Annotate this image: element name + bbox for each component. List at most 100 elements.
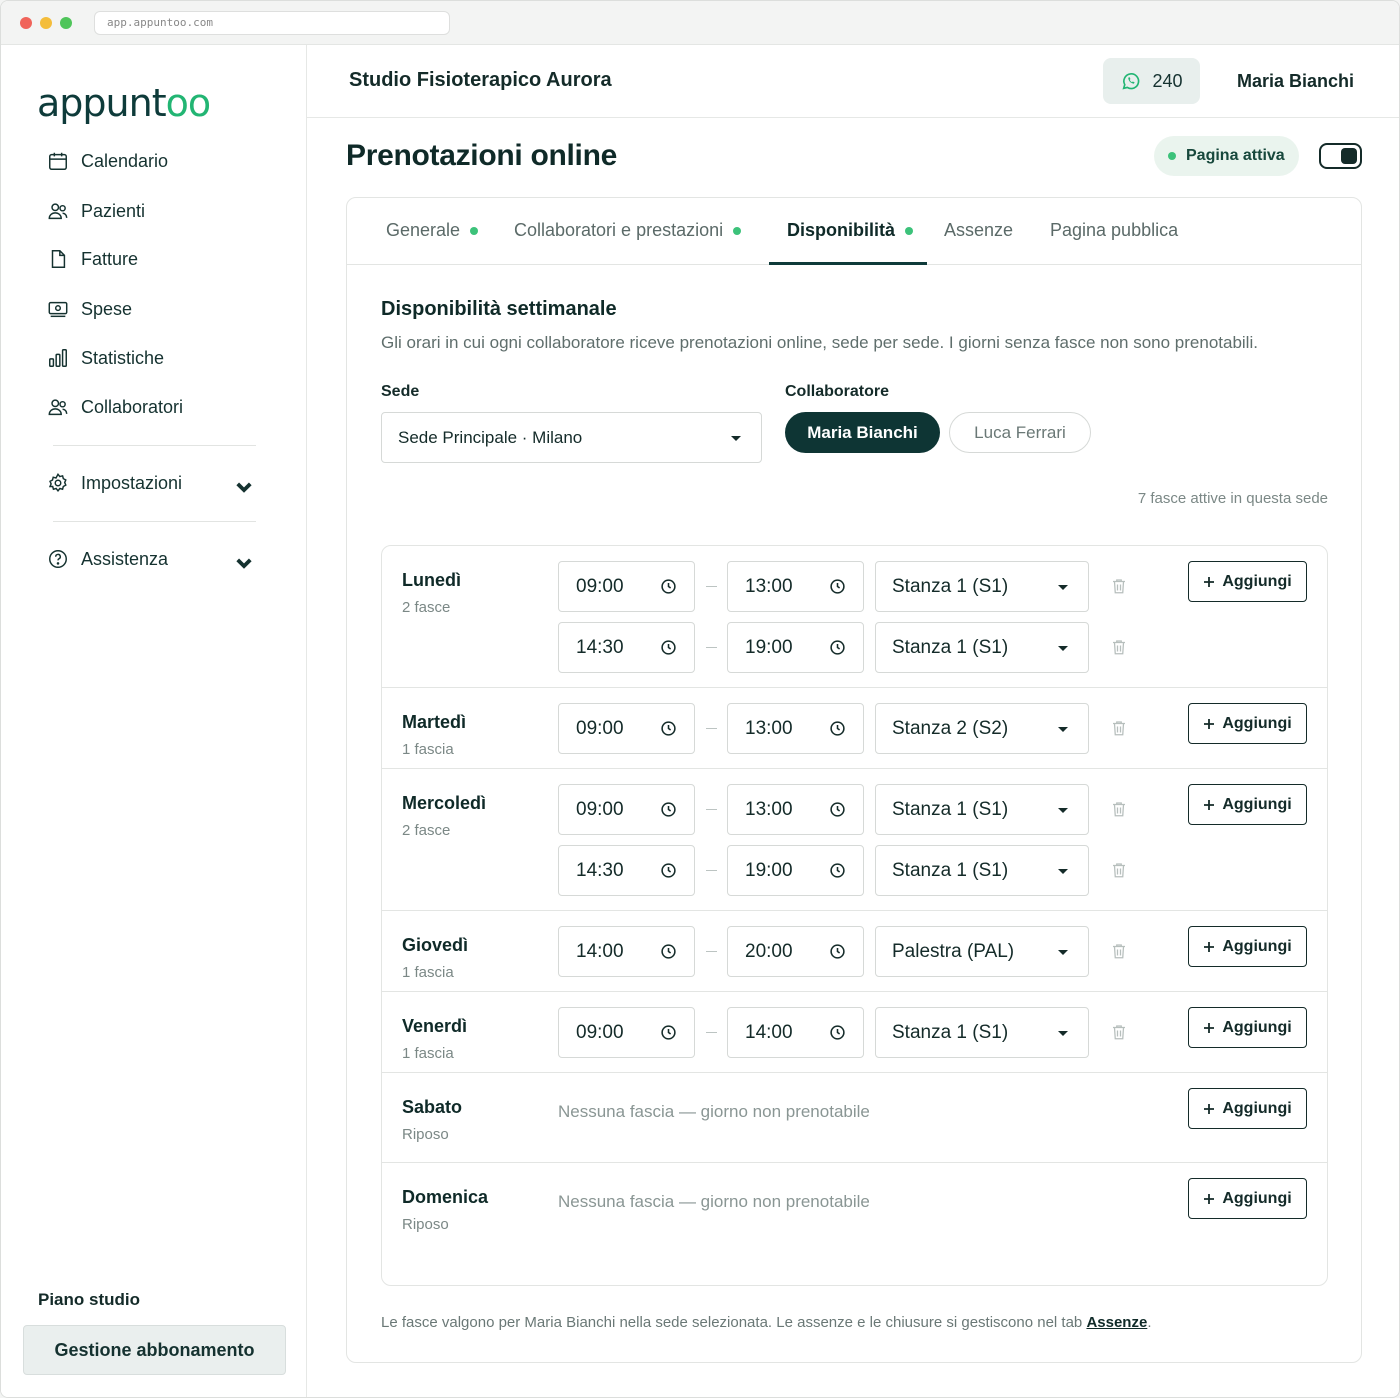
caret-down-icon bbox=[1058, 869, 1068, 874]
chevron-down-icon bbox=[236, 558, 252, 569]
add-slot-button[interactable]: Aggiungi bbox=[1188, 926, 1307, 967]
minimize-dot-icon[interactable] bbox=[40, 17, 52, 29]
time-value: 13:00 bbox=[745, 576, 793, 597]
url-bar[interactable]: app.appuntoo.com bbox=[94, 11, 450, 35]
time-separator bbox=[706, 647, 717, 648]
app-window: app.appuntoo.com appuntoo Calendario Paz… bbox=[0, 0, 1400, 1398]
plus-icon bbox=[1203, 1193, 1215, 1205]
collaborator-label: Collaboratore bbox=[785, 383, 890, 400]
assenze-link[interactable]: Assenze bbox=[1086, 1314, 1147, 1331]
add-slot-label: Aggiungi bbox=[1222, 714, 1292, 732]
room-value: Palestra (PAL) bbox=[892, 941, 1015, 962]
time-separator bbox=[706, 586, 717, 587]
end-time-input[interactable]: 19:00 bbox=[727, 622, 864, 673]
trash-icon[interactable] bbox=[1110, 718, 1130, 740]
add-slot-button[interactable]: Aggiungi bbox=[1188, 1007, 1307, 1048]
sidebar-item-calendario[interactable]: Calendario bbox=[47, 145, 277, 177]
start-time-input[interactable]: 09:00 bbox=[558, 784, 695, 835]
settings-card: Generale Collaboratori e prestazioni Dis… bbox=[346, 197, 1362, 1363]
end-time-input[interactable]: 13:00 bbox=[727, 784, 864, 835]
room-select[interactable]: Stanza 1 (S1) bbox=[875, 622, 1089, 673]
status-label: Pagina attiva bbox=[1186, 147, 1285, 164]
add-slot-button[interactable]: Aggiungi bbox=[1188, 1088, 1307, 1129]
app-logo[interactable]: appuntoo bbox=[37, 81, 211, 125]
room-value: Stanza 1 (S1) bbox=[892, 1022, 1009, 1043]
sidebar-item-pazienti[interactable]: Pazienti bbox=[47, 195, 277, 227]
clock-icon bbox=[660, 1024, 677, 1047]
sede-label: Sede bbox=[381, 383, 420, 400]
room-select[interactable]: Stanza 1 (S1) bbox=[875, 1007, 1089, 1058]
plus-icon bbox=[1203, 718, 1215, 730]
clock-icon bbox=[660, 862, 677, 885]
add-slot-button[interactable]: Aggiungi bbox=[1188, 703, 1307, 744]
add-slot-button[interactable]: Aggiungi bbox=[1188, 784, 1307, 825]
room-select[interactable]: Stanza 1 (S1) bbox=[875, 784, 1089, 835]
add-slot-label: Aggiungi bbox=[1222, 1099, 1292, 1117]
whatsapp-icon bbox=[1122, 73, 1140, 90]
caret-down-icon bbox=[1058, 585, 1068, 590]
collaborator-chip-maria-bianchi[interactable]: Maria Bianchi bbox=[785, 412, 940, 453]
caret-down-icon bbox=[731, 436, 741, 441]
time-separator bbox=[706, 1032, 717, 1033]
sidebar-item-assistenza[interactable]: Assistenza bbox=[47, 543, 277, 575]
trash-icon[interactable] bbox=[1110, 860, 1130, 882]
sede-select[interactable]: Sede Principale · Milano bbox=[381, 412, 762, 463]
sidebar-item-statistiche[interactable]: Statistiche bbox=[47, 342, 277, 374]
room-select[interactable]: Stanza 1 (S1) bbox=[875, 845, 1089, 896]
clock-icon bbox=[660, 578, 677, 601]
day-name: Sabato bbox=[402, 1097, 463, 1117]
tab-disponibilita[interactable]: Disponibilità bbox=[787, 220, 913, 241]
trash-icon[interactable] bbox=[1110, 1022, 1130, 1044]
user-menu[interactable]: Maria Bianchi bbox=[1237, 71, 1354, 92]
end-time-input[interactable]: 19:00 bbox=[727, 845, 864, 896]
start-time-input[interactable]: 09:00 bbox=[558, 1007, 695, 1058]
day-row: Venerdì 1 fascia 09:00 14:00 Stanza 1 (S1) Ag… bbox=[382, 992, 1327, 1073]
add-slot-button[interactable]: Aggiungi bbox=[1188, 561, 1307, 602]
page-active-toggle[interactable] bbox=[1319, 143, 1362, 169]
close-dot-icon[interactable] bbox=[20, 17, 32, 29]
collaborator-chip-luca-ferrari[interactable]: Luca Ferrari bbox=[949, 412, 1091, 453]
end-time-input[interactable]: 13:00 bbox=[727, 703, 864, 754]
start-time-input[interactable]: 14:30 bbox=[558, 622, 695, 673]
trash-icon[interactable] bbox=[1110, 799, 1130, 821]
clock-icon bbox=[829, 862, 846, 885]
tab-pagina-pubblica[interactable]: Pagina pubblica bbox=[1050, 220, 1178, 241]
whatsapp-count: 240 bbox=[1152, 70, 1183, 91]
add-slot-button[interactable]: Aggiungi bbox=[1188, 1178, 1307, 1219]
trash-icon[interactable] bbox=[1110, 576, 1130, 598]
clock-icon bbox=[660, 801, 677, 824]
plan-title: Piano studio bbox=[38, 1290, 140, 1309]
time-value: 14:00 bbox=[745, 1022, 793, 1043]
room-select[interactable]: Stanza 2 (S2) bbox=[875, 703, 1089, 754]
sidebar-item-impostazioni[interactable]: Impostazioni bbox=[47, 467, 277, 499]
whatsapp-credits-button[interactable]: 240 bbox=[1103, 58, 1200, 104]
end-time-input[interactable]: 20:00 bbox=[727, 926, 864, 977]
end-time-input[interactable]: 14:00 bbox=[727, 1007, 864, 1058]
room-select[interactable]: Stanza 1 (S1) bbox=[875, 561, 1089, 612]
end-time-input[interactable]: 13:00 bbox=[727, 561, 864, 612]
day-slot-count: 1 fascia bbox=[402, 964, 454, 981]
start-time-input[interactable]: 09:00 bbox=[558, 561, 695, 612]
status-dot-icon bbox=[733, 226, 742, 235]
clock-icon bbox=[660, 720, 677, 743]
start-time-input[interactable]: 09:00 bbox=[558, 703, 695, 754]
sidebar-item-collaboratori[interactable]: Collaboratori bbox=[47, 391, 277, 423]
room-select[interactable]: Palestra (PAL) bbox=[875, 926, 1089, 977]
tab-generale[interactable]: Generale bbox=[386, 220, 479, 241]
sidebar-divider bbox=[53, 521, 256, 522]
tab-assenze[interactable]: Assenze bbox=[944, 220, 1013, 241]
maximize-dot-icon[interactable] bbox=[60, 17, 72, 29]
trash-icon[interactable] bbox=[1110, 637, 1130, 659]
trash-icon[interactable] bbox=[1110, 941, 1130, 963]
add-slot-label: Aggiungi bbox=[1222, 1189, 1292, 1207]
sidebar-item-label: Pazienti bbox=[81, 200, 146, 221]
start-time-input[interactable]: 14:00 bbox=[558, 926, 695, 977]
manage-subscription-button[interactable]: Gestione abbonamento bbox=[23, 1325, 286, 1375]
browser-titlebar: app.appuntoo.com bbox=[1, 1, 1399, 45]
start-time-input[interactable]: 14:30 bbox=[558, 845, 695, 896]
clock-icon bbox=[829, 1024, 846, 1047]
empty-day-text: Nessuna fascia — giorno non prenotabile bbox=[558, 1192, 870, 1211]
sidebar-item-fatture[interactable]: Fatture bbox=[47, 243, 277, 275]
sidebar-item-spese[interactable]: Spese bbox=[47, 293, 277, 325]
tab-collaboratori-prestazioni[interactable]: Collaboratori e prestazioni bbox=[514, 220, 742, 241]
